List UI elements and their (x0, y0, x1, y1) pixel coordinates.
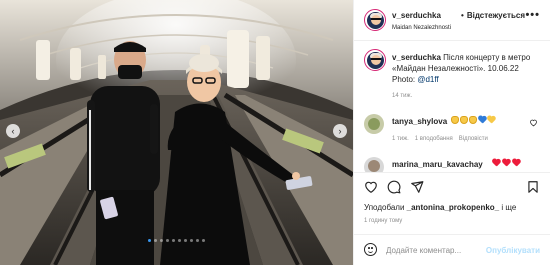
yellow-heart-emoji-icon (487, 116, 495, 124)
comment-item: tanya_shylova 1 тиж. 1 вподобання Відпов… (364, 114, 544, 148)
carousel-dot (178, 239, 181, 242)
carousel-dot (184, 239, 187, 242)
carousel-dots (0, 239, 353, 242)
red-heart-emoji-icon (502, 159, 510, 167)
likes-prefix: Уподобали (364, 203, 407, 212)
publish-comment-button[interactable]: Опублікувати (486, 246, 540, 255)
blue-heart-emoji-icon (478, 116, 486, 124)
carousel-dot (172, 239, 175, 242)
carousel-dot (160, 239, 163, 242)
metro-escalator-photo (0, 0, 353, 265)
carousel-dot (148, 239, 151, 242)
more-options-icon[interactable]: ••• (525, 9, 540, 21)
carousel-dot (190, 239, 193, 242)
save-bookmark-icon[interactable] (526, 180, 540, 194)
comment-input[interactable] (386, 244, 496, 256)
post-time: 1 годину тому (364, 218, 403, 224)
post-side-panel: v_serduchka • Відстежується Maidan Nezale… (353, 0, 550, 265)
share-paper-plane-icon[interactable] (410, 180, 424, 194)
comment-like-heart-icon[interactable] (529, 118, 538, 127)
author-username[interactable]: v_serduchka (392, 11, 441, 20)
like-heart-icon[interactable] (364, 180, 378, 194)
comment-emojis (492, 159, 520, 167)
add-comment-bar: Опублікувати (354, 234, 550, 265)
post-photo[interactable]: ‹ › (0, 0, 353, 265)
commenter-avatar[interactable] (364, 114, 384, 134)
comment-meta: 1 тиж. 1 вподобання Відповісти (392, 136, 488, 142)
comment-item: marina_maru_kavachay (364, 157, 544, 177)
caption-avatar[interactable] (364, 49, 386, 71)
likes-suffix[interactable]: і ще (499, 203, 516, 212)
carousel-dot (202, 239, 205, 242)
likes-user-link[interactable]: _antonina_prokopenko_ (407, 203, 499, 212)
author-avatar[interactable] (364, 9, 386, 31)
red-heart-emoji-icon (512, 159, 520, 167)
comment-reply-link[interactable]: Відповісти (459, 136, 488, 142)
carousel-prev-button[interactable]: ‹ (6, 124, 20, 138)
comment-emojis (451, 116, 495, 124)
caption-time: 14 тиж. (392, 93, 413, 99)
header-separator: • (461, 11, 464, 20)
carousel-dot (154, 239, 157, 242)
comment-username[interactable]: marina_maru_kavachay (392, 160, 483, 169)
carousel-dot (196, 239, 199, 242)
carousel-next-button[interactable]: › (333, 124, 347, 138)
red-heart-emoji-icon (492, 159, 500, 167)
follow-status[interactable]: • Відстежується (461, 11, 525, 20)
caption-username[interactable]: v_serduchka (392, 53, 441, 62)
comment-bubble-icon[interactable] (387, 180, 401, 194)
clapping-hands-emoji-icon (460, 116, 468, 124)
follow-status-label: Відстежується (466, 11, 525, 20)
clapping-hands-emoji-icon (451, 116, 459, 124)
comment-likes-count[interactable]: 1 вподобання (415, 136, 453, 142)
caption-text-block: v_serduchka Після концерту в метро «Майд… (392, 52, 542, 85)
caption-mention-link[interactable]: @d1ff (417, 75, 438, 84)
comment-username[interactable]: tanya_shylova (392, 117, 447, 126)
clapping-hands-emoji-icon (469, 116, 477, 124)
likes-summary: Уподобали _antonina_prokopenko_ і ще (364, 203, 516, 212)
post-header: v_serduchka • Відстежується Maidan Nezale… (354, 0, 550, 41)
instagram-post-modal: ‹ › v_serduchka • Відстежується Maidan Ne… (0, 0, 550, 265)
carousel-dot (166, 239, 169, 242)
emoji-picker-icon[interactable] (364, 243, 377, 256)
comment-time: 1 тиж. (392, 136, 409, 142)
post-actions-bar (354, 172, 550, 198)
post-location[interactable]: Maidan Nezalezhnosti (392, 25, 451, 31)
